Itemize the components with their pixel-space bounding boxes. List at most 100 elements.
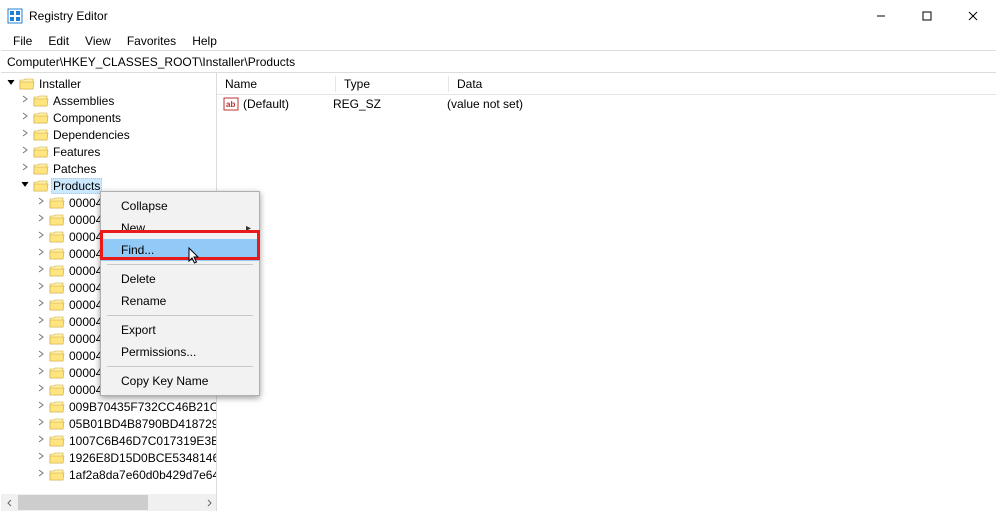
expander-icon[interactable]	[19, 95, 31, 106]
folder-icon	[49, 281, 65, 295]
values-panel[interactable]: Name Type Data ab (Default) REG_SZ	[217, 73, 996, 511]
expander-icon[interactable]	[35, 316, 47, 327]
folder-icon	[49, 315, 65, 329]
string-value-icon: ab	[223, 97, 239, 111]
expander-icon[interactable]	[19, 112, 31, 123]
tree-item-features[interactable]: Features	[1, 143, 216, 160]
expander-icon[interactable]	[35, 367, 47, 378]
tree-item-assemblies[interactable]: Assemblies	[1, 92, 216, 109]
tree-root[interactable]: Installer	[1, 75, 216, 92]
folder-icon	[33, 111, 49, 125]
expander-icon[interactable]	[35, 435, 47, 446]
value-type: REG_SZ	[325, 97, 443, 111]
tree-item-product-child[interactable]: 1af2a8da7e60d0b429d7e64	[1, 466, 216, 483]
tree-label: 00004	[67, 196, 104, 210]
expander-icon[interactable]	[5, 78, 17, 89]
expander-icon[interactable]	[35, 333, 47, 344]
context-menu-rename[interactable]: Rename	[101, 290, 259, 312]
minimize-button[interactable]	[858, 1, 904, 31]
tree-label: 1926E8D15D0BCE53481466	[67, 451, 217, 465]
expander-icon[interactable]	[35, 265, 47, 276]
expander-icon[interactable]	[19, 163, 31, 174]
tree-item-components[interactable]: Components	[1, 109, 216, 126]
folder-icon	[49, 247, 65, 261]
expander-icon[interactable]	[35, 282, 47, 293]
value-name: (Default)	[243, 97, 289, 111]
context-menu-export[interactable]: Export	[101, 319, 259, 341]
expander-icon[interactable]	[35, 350, 47, 361]
menubar: File Edit View Favorites Help	[1, 31, 996, 51]
menu-help[interactable]: Help	[184, 32, 225, 50]
scroll-left-button[interactable]	[1, 494, 18, 511]
folder-icon	[33, 162, 49, 176]
column-header-type[interactable]: Type	[336, 77, 448, 91]
expander-icon[interactable]	[35, 401, 47, 412]
expander-icon[interactable]	[19, 146, 31, 157]
address-bar[interactable]: Computer\HKEY_CLASSES_ROOT\Installer\Pro…	[1, 51, 996, 73]
tree-label: 1007C6B46D7C017319E3B5	[67, 434, 217, 448]
context-menu-permissions[interactable]: Permissions...	[101, 341, 259, 363]
tree-label: Dependencies	[51, 128, 132, 142]
folder-icon	[49, 434, 65, 448]
tree-label: 00004	[67, 213, 104, 227]
expander-icon[interactable]	[35, 214, 47, 225]
tree-label: Installer	[37, 77, 83, 91]
folder-icon	[33, 145, 49, 159]
tree-label: 00004	[67, 298, 104, 312]
tree-item-patches[interactable]: Patches	[1, 160, 216, 177]
column-header-name[interactable]: Name	[217, 77, 335, 91]
expander-icon[interactable]	[35, 469, 47, 480]
scroll-right-button[interactable]	[200, 494, 217, 511]
tree-item-product-child[interactable]: 05B01BD4B8790BD4187297	[1, 415, 216, 432]
column-header-data[interactable]: Data	[449, 77, 996, 91]
expander-icon[interactable]	[19, 180, 31, 191]
expander-icon[interactable]	[19, 129, 31, 140]
address-text: Computer\HKEY_CLASSES_ROOT\Installer\Pro…	[7, 55, 295, 69]
folder-icon	[49, 468, 65, 482]
expander-icon[interactable]	[35, 299, 47, 310]
scroll-track[interactable]	[18, 494, 200, 511]
context-menu-find[interactable]: Find...	[101, 239, 259, 261]
expander-icon[interactable]	[35, 231, 47, 242]
tree-label: 00004	[67, 264, 104, 278]
close-button[interactable]	[950, 1, 996, 31]
value-row[interactable]: ab (Default) REG_SZ (value not set)	[217, 95, 996, 113]
context-menu-separator	[107, 315, 253, 316]
folder-icon	[49, 298, 65, 312]
menu-file[interactable]: File	[5, 32, 40, 50]
context-menu: CollapseNewFind... DeleteRename ExportPerm…	[100, 191, 260, 396]
tree-item-product-child[interactable]: 1007C6B46D7C017319E3B5	[1, 432, 216, 449]
tree-horizontal-scrollbar[interactable]	[1, 494, 217, 511]
tree-label: Patches	[51, 162, 98, 176]
tree-label: 00004	[67, 230, 104, 244]
folder-icon	[49, 400, 65, 414]
tree-label: Assemblies	[51, 94, 116, 108]
folder-icon	[49, 264, 65, 278]
menu-favorites[interactable]: Favorites	[119, 32, 184, 50]
folder-icon	[49, 349, 65, 363]
context-menu-separator	[107, 264, 253, 265]
menu-edit[interactable]: Edit	[40, 32, 77, 50]
maximize-button[interactable]	[904, 1, 950, 31]
scroll-thumb[interactable]	[18, 495, 148, 510]
tree-item-product-child[interactable]: 009B70435F732CC46B21C5	[1, 398, 216, 415]
tree-item-product-child[interactable]: 1926E8D15D0BCE53481466	[1, 449, 216, 466]
expander-icon[interactable]	[35, 197, 47, 208]
context-menu-copy-key-name[interactable]: Copy Key Name	[101, 370, 259, 392]
values-header: Name Type Data	[217, 73, 996, 95]
expander-icon[interactable]	[35, 248, 47, 259]
context-menu-delete[interactable]: Delete	[101, 268, 259, 290]
tree-item-dependencies[interactable]: Dependencies	[1, 126, 216, 143]
tree-label: 009B70435F732CC46B21C5	[67, 400, 217, 414]
tree-label: 00004	[67, 366, 104, 380]
menu-view[interactable]: View	[77, 32, 119, 50]
tree-label: 1af2a8da7e60d0b429d7e64	[67, 468, 217, 482]
expander-icon[interactable]	[35, 452, 47, 463]
folder-icon	[49, 417, 65, 431]
context-menu-collapse[interactable]: Collapse	[101, 195, 259, 217]
folder-icon	[49, 230, 65, 244]
expander-icon[interactable]	[35, 384, 47, 395]
expander-icon[interactable]	[35, 418, 47, 429]
context-menu-new[interactable]: New	[101, 217, 259, 239]
titlebar[interactable]: Registry Editor	[1, 1, 996, 31]
